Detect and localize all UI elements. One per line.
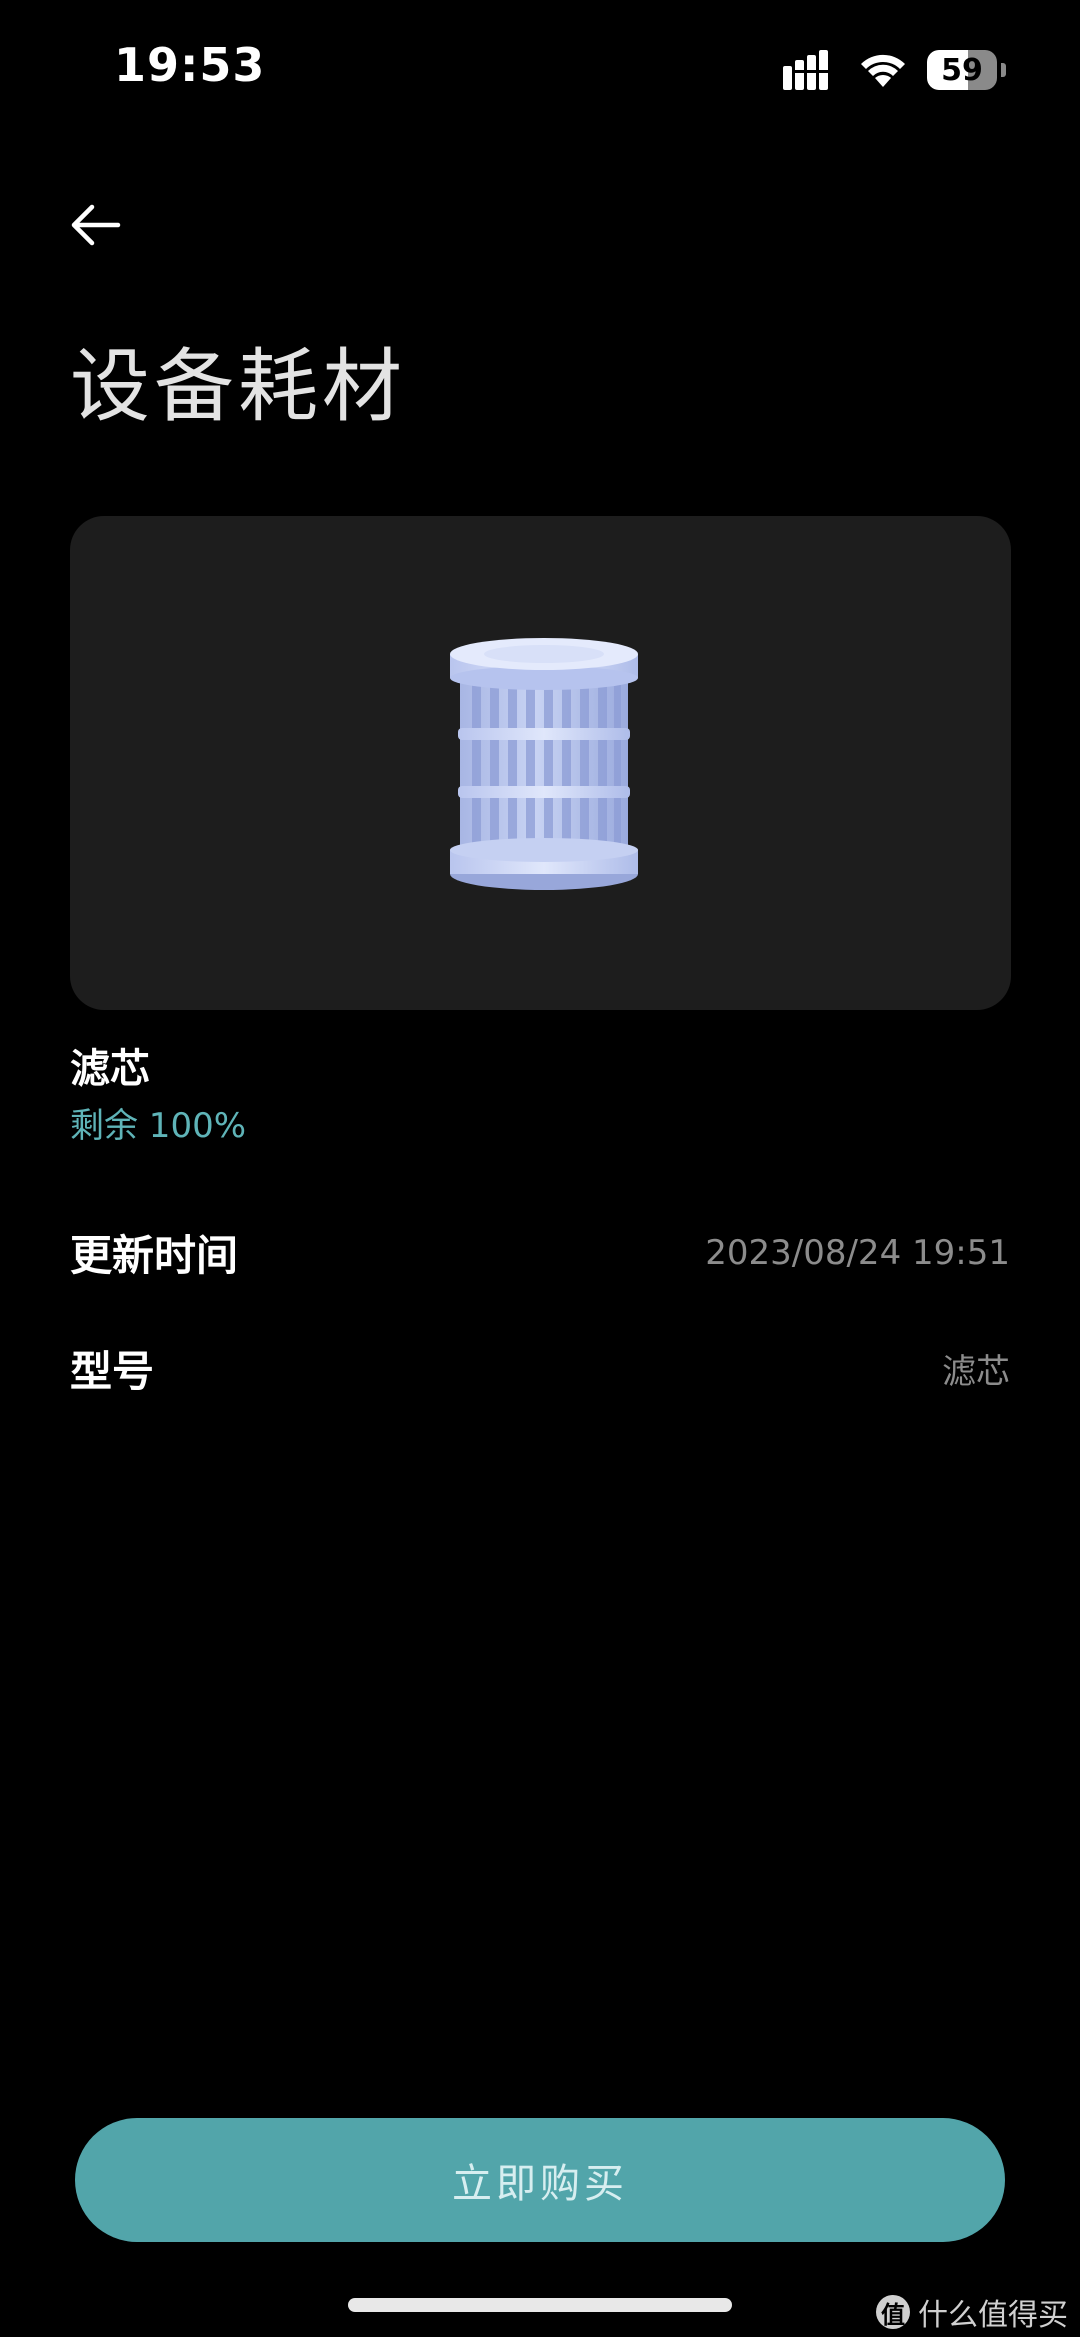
back-arrow-icon — [71, 204, 121, 246]
consumable-remaining: 剩余 100% — [70, 1106, 247, 1146]
update-time-row: 更新时间 2023/08/24 19:51 — [70, 1222, 1010, 1283]
back-button[interactable] — [66, 190, 146, 260]
update-time-value: 2023/08/24 19:51 — [705, 1232, 1010, 1273]
model-value: 滤芯 — [942, 1352, 1010, 1392]
status-bar: 19:53 59 — [0, 0, 1080, 140]
filter-cartridge-image — [450, 638, 638, 890]
home-indicator[interactable] — [348, 2298, 732, 2312]
battery-icon: 59 — [927, 50, 997, 90]
status-time: 19:53 — [114, 38, 266, 92]
page-title: 设备耗材 — [70, 340, 406, 433]
signal-icon — [783, 50, 828, 90]
watermark-logo: 值 — [876, 2295, 910, 2329]
watermark: 值 什么值得买 — [876, 2290, 1068, 2334]
consumable-image-card — [70, 516, 1011, 1010]
model-label: 型号 — [70, 1347, 155, 1396]
wifi-icon — [861, 54, 905, 87]
consumable-name: 滤芯 — [70, 1046, 150, 1092]
model-row: 型号 滤芯 — [70, 1338, 1010, 1399]
buy-now-button[interactable]: 立即购买 — [75, 2118, 1005, 2242]
battery-level: 59 — [941, 52, 983, 88]
status-icons: 59 — [783, 50, 1006, 90]
watermark-text: 什么值得买 — [918, 2298, 1068, 2333]
battery-nub — [1001, 63, 1006, 77]
update-time-label: 更新时间 — [70, 1231, 239, 1280]
